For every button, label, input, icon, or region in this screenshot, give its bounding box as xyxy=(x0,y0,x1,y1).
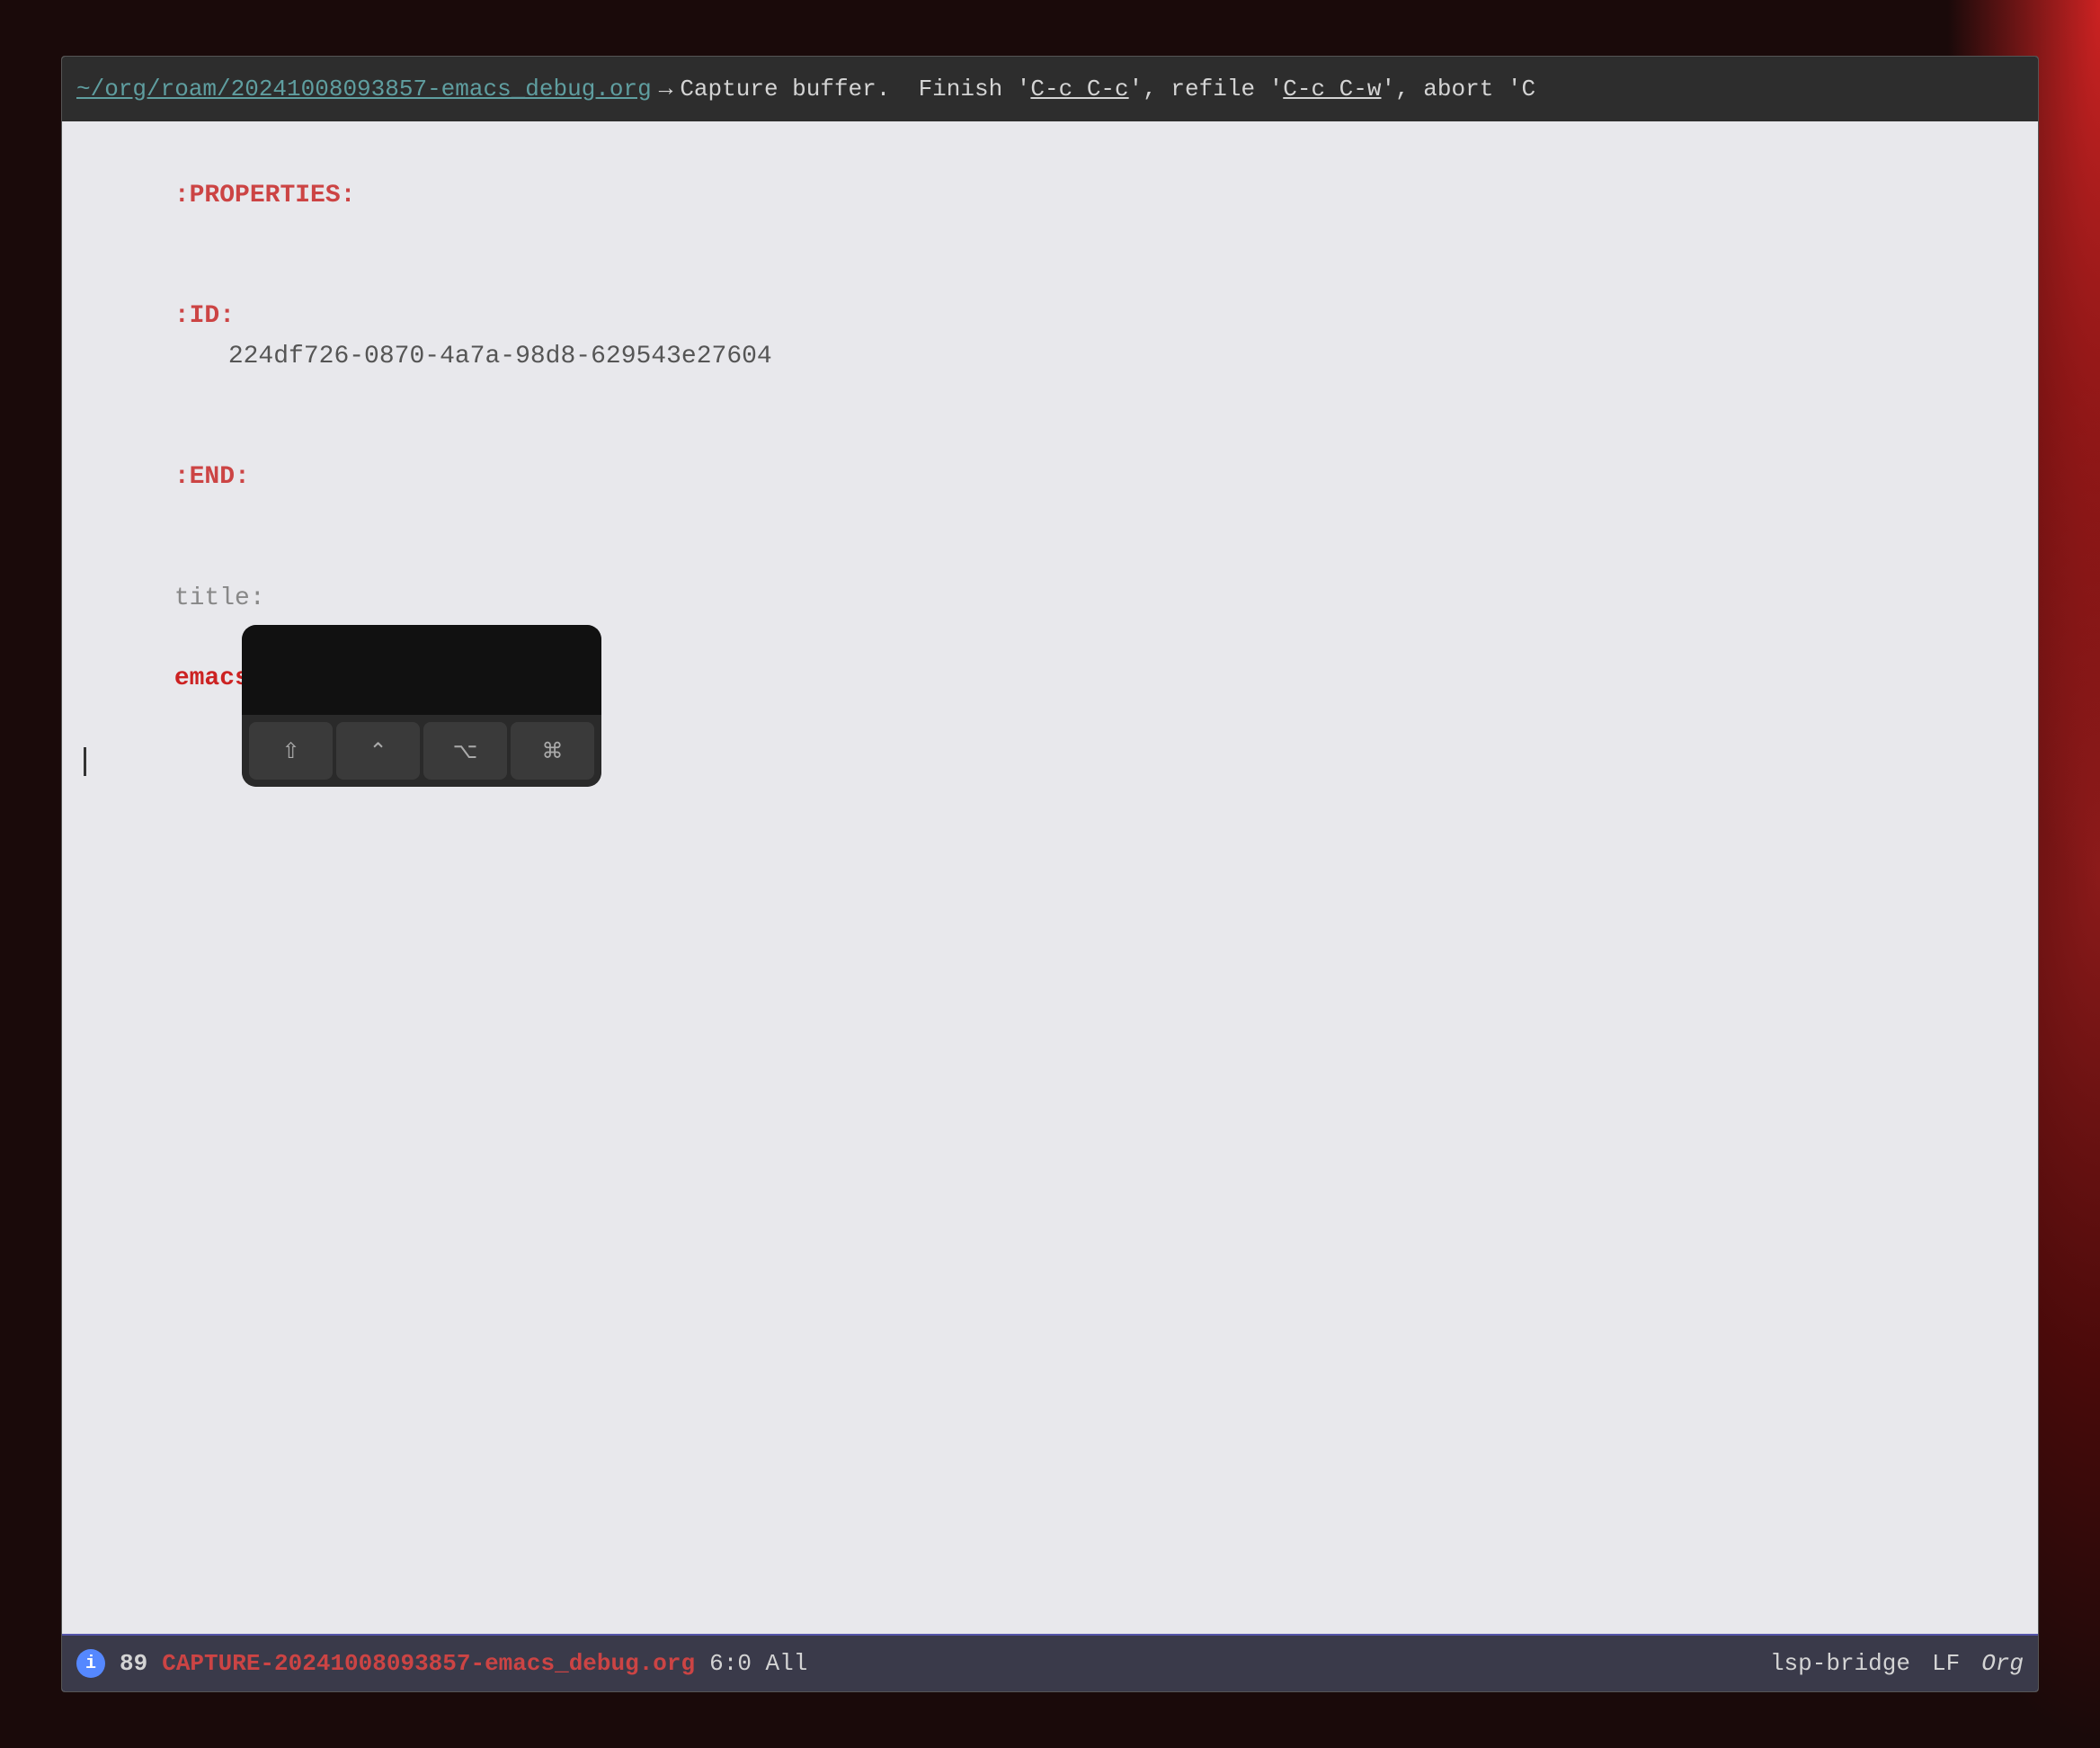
text-cursor xyxy=(84,747,86,776)
keyboard-modifier-widget: ⇧ ⌃ ⌥ ⌘ xyxy=(242,625,601,787)
status-filename: CAPTURE-20241008093857-emacs_debug.org xyxy=(162,1650,695,1677)
status-icon-label: i xyxy=(85,1654,96,1674)
header-text: Capture buffer. Finish ' xyxy=(680,72,1030,107)
header-path: ~/org/roam/20241008093857-emacs_debug.or… xyxy=(76,72,652,107)
keyboard-display xyxy=(242,625,601,715)
end-line: :END: xyxy=(84,418,2016,539)
id-value: 224df726-0870-4a7a-98d8-629543e27604 xyxy=(228,343,772,370)
keyboard-keys: ⇧ ⌃ ⌥ ⌘ xyxy=(242,715,601,787)
properties-keyword: :PROPERTIES: xyxy=(174,182,356,210)
id-line: :ID: 224df726-0870-4a7a-98d8-629543e2760… xyxy=(84,256,2016,417)
status-bar: i 89 CAPTURE-20241008093857-emacs_debug.… xyxy=(62,1634,2038,1691)
end-keyword: :END: xyxy=(174,463,250,491)
cmd-key-button[interactable]: ⌘ xyxy=(511,722,594,780)
status-lf: LF xyxy=(1932,1650,1960,1677)
emacs-window: ~/org/roam/20241008093857-emacs_debug.or… xyxy=(61,56,2039,1692)
header-arrow: → xyxy=(659,72,673,107)
status-right: lsp-bridge LF Org xyxy=(1770,1650,2024,1677)
ctrl-key-button[interactable]: ⌃ xyxy=(336,722,420,780)
header-key-finish: C-c C-c xyxy=(1030,72,1128,107)
title-label: title: xyxy=(174,584,265,612)
alt-key-button[interactable]: ⌥ xyxy=(423,722,507,780)
header-abort-text: ', abort 'C xyxy=(1381,72,1535,107)
editor-content[interactable]: :PROPERTIES: :ID: 224df726-0870-4a7a-98d… xyxy=(62,121,2038,1634)
header-text2: ', refile ' xyxy=(1129,72,1284,107)
id-keyword: :ID: xyxy=(174,302,235,330)
status-lsp: lsp-bridge xyxy=(1770,1650,1910,1677)
header-key-refile: C-c C-w xyxy=(1283,72,1381,107)
status-position: 6:0 All xyxy=(709,1650,807,1677)
status-org-mode: Org xyxy=(1981,1650,2024,1677)
shift-key-button[interactable]: ⇧ xyxy=(249,722,333,780)
status-line-number: 89 xyxy=(120,1650,147,1677)
header-bar: ~/org/roam/20241008093857-emacs_debug.or… xyxy=(62,57,2038,121)
properties-line: :PROPERTIES: xyxy=(84,136,2016,256)
status-info-icon: i xyxy=(76,1649,105,1678)
